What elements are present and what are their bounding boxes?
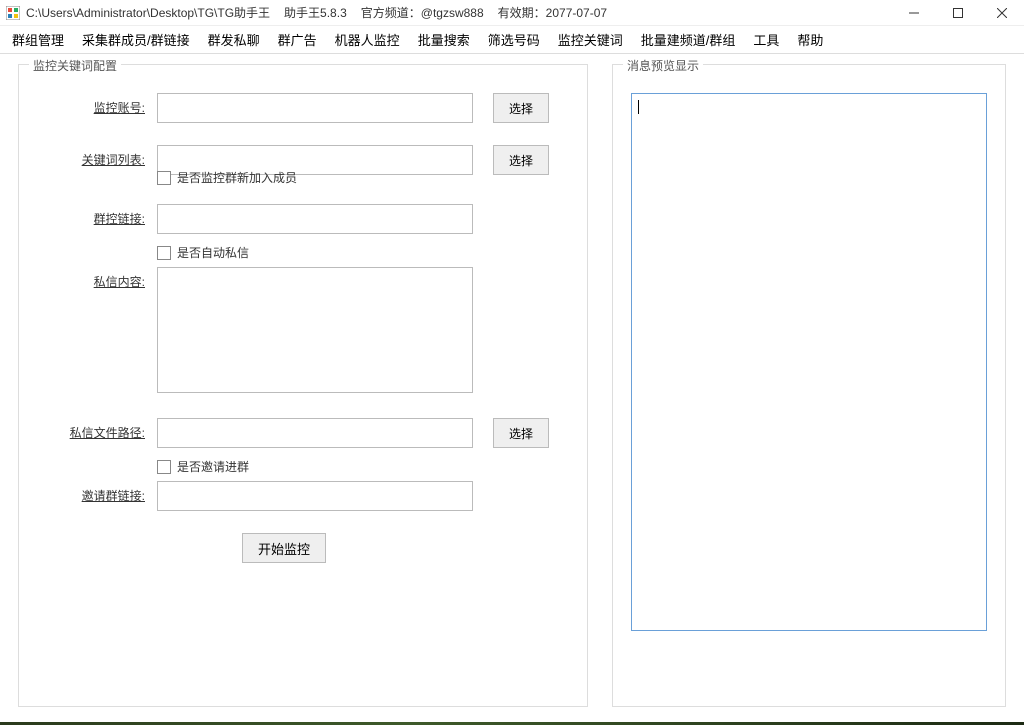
title-expiry: 有效期：2077-07-07 bbox=[498, 4, 607, 21]
menu-batch-create[interactable]: 批量建频道/群组 bbox=[639, 27, 738, 52]
invite-link-input[interactable] bbox=[157, 481, 473, 511]
maximize-button[interactable] bbox=[936, 0, 980, 26]
menu-batch-search[interactable]: 批量搜索 bbox=[416, 27, 472, 52]
invite-to-group-label: 是否邀请进群 bbox=[177, 458, 249, 475]
text-caret bbox=[638, 100, 639, 114]
menu-tools[interactable]: 工具 bbox=[751, 27, 781, 52]
menu-collect-members[interactable]: 采集群成员/群链接 bbox=[80, 27, 192, 52]
title-app: 助手王5.8.3 bbox=[284, 4, 347, 21]
start-monitor-button[interactable]: 开始监控 bbox=[242, 533, 326, 563]
app-icon bbox=[6, 6, 20, 20]
menu-group-ad[interactable]: 群广告 bbox=[276, 27, 319, 52]
menu-bot-monitor[interactable]: 机器人监控 bbox=[333, 27, 402, 52]
label-dm-file: 私信文件路径: bbox=[37, 418, 157, 441]
monitor-new-member-label: 是否监控群新加入成员 bbox=[177, 169, 297, 186]
menu-group-manage[interactable]: 群组管理 bbox=[10, 27, 66, 52]
dm-content-textarea[interactable] bbox=[157, 267, 473, 393]
account-select-button[interactable]: 选择 bbox=[493, 93, 549, 123]
menu-mass-dm[interactable]: 群发私聊 bbox=[206, 27, 262, 52]
menu-filter-number[interactable]: 筛选号码 bbox=[486, 27, 542, 52]
titlebar: C:\Users\Administrator\Desktop\TG\TG助手王 … bbox=[0, 0, 1024, 26]
invite-to-group-checkbox[interactable] bbox=[157, 460, 171, 474]
label-invite-link: 邀请群链接: bbox=[37, 481, 157, 504]
close-button[interactable] bbox=[980, 0, 1024, 26]
account-input[interactable] bbox=[157, 93, 473, 123]
menubar: 群组管理 采集群成员/群链接 群发私聊 群广告 机器人监控 批量搜索 筛选号码 … bbox=[0, 26, 1024, 54]
keyword-config-legend: 监控关键词配置 bbox=[29, 57, 121, 74]
minimize-button[interactable] bbox=[892, 0, 936, 26]
group-link-input[interactable] bbox=[157, 204, 473, 234]
monitor-new-member-checkbox[interactable] bbox=[157, 171, 171, 185]
menu-monitor-keyword[interactable]: 监控关键词 bbox=[556, 27, 625, 52]
label-dm-content: 私信内容: bbox=[37, 267, 157, 290]
title-channel: 官方频道：@tgzsw888 bbox=[361, 4, 484, 21]
label-keywords: 关键词列表: bbox=[37, 145, 157, 168]
keywords-select-button[interactable]: 选择 bbox=[493, 145, 549, 175]
preview-textarea[interactable] bbox=[631, 93, 987, 631]
label-account: 监控账号: bbox=[37, 93, 157, 116]
menu-help[interactable]: 帮助 bbox=[795, 27, 825, 52]
auto-dm-checkbox[interactable] bbox=[157, 246, 171, 260]
label-group-link: 群控链接: bbox=[37, 204, 157, 227]
dm-file-input[interactable] bbox=[157, 418, 473, 448]
dm-file-select-button[interactable]: 选择 bbox=[493, 418, 549, 448]
preview-group: 消息预览显示 bbox=[612, 64, 1006, 707]
keyword-config-group: 监控关键词配置 监控账号: 选择 关键词列表: 选择 是否监控群新加入成员 群控… bbox=[18, 64, 588, 707]
preview-legend: 消息预览显示 bbox=[623, 57, 703, 74]
auto-dm-label: 是否自动私信 bbox=[177, 244, 249, 261]
title-path: C:\Users\Administrator\Desktop\TG\TG助手王 bbox=[26, 4, 270, 21]
